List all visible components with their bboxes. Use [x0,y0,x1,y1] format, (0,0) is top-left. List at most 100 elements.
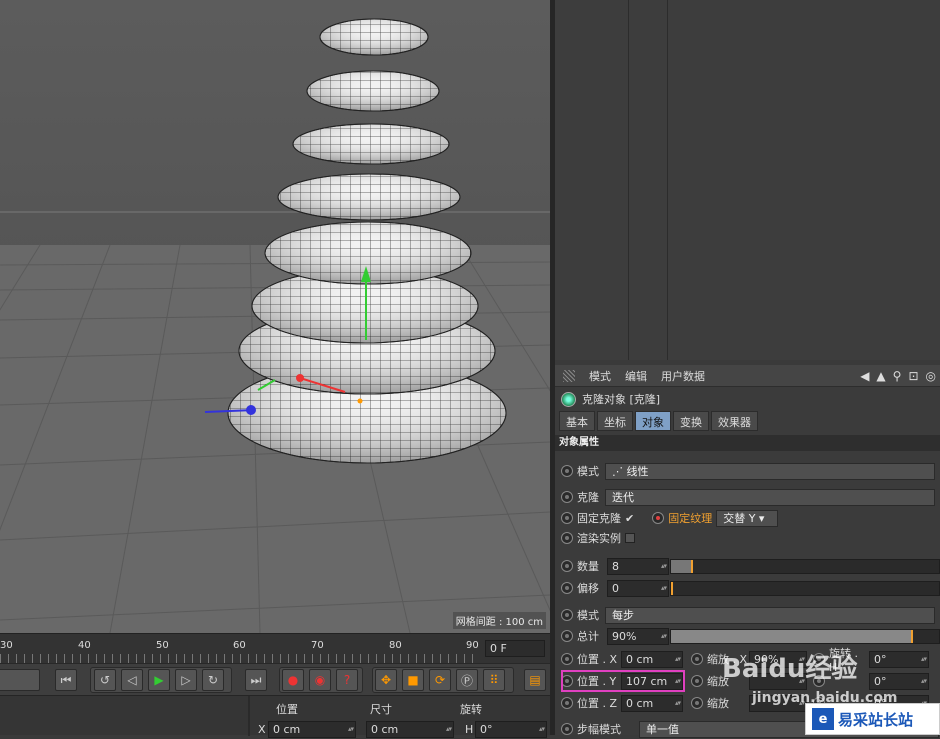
torus-stack [227,18,507,464]
baidu-watermark: Baidu经验 [722,654,858,684]
mode2-dropdown[interactable]: 每步 [605,606,935,624]
play-icon[interactable]: ▶ [148,669,170,691]
auto-key-icon[interactable]: ◉ [309,669,331,691]
total-slider-fill [671,629,913,643]
go-to-start-icon[interactable]: ⏮ [55,669,77,691]
coords-h-rotation-field[interactable]: 0° [475,721,547,738]
animate-radio-icon[interactable] [561,653,573,665]
count-field[interactable]: 8 [607,557,669,575]
total-slider-marker [911,629,914,643]
next-frame-icon[interactable]: ▷ [175,669,197,691]
grid-key-icon[interactable]: ⠿ [483,669,505,691]
count-row: 数量 8 [555,556,940,576]
cloner-icon [561,391,576,407]
animate-radio-icon[interactable] [561,723,573,735]
rot-p-field[interactable]: 0° [869,672,929,690]
prev-frame-icon[interactable]: ◁ [121,669,143,691]
coords-h-label: H [465,723,474,736]
coords-rotation-header: 旋转 [460,703,482,716]
mode2-row: 模式 每步 [555,605,940,625]
fix-row: 固定克隆 ✔ 固定纹理 交替 Y ▾ [555,508,940,528]
animate-radio-icon[interactable] [561,491,573,503]
timeline-tick: 70 [311,640,324,651]
mode-value: 线性 [626,464,649,478]
film-icon[interactable]: ▤ [524,669,546,691]
timeline-tick: 30 [0,640,13,651]
help-icon[interactable]: ? [336,669,358,691]
tab-effectors[interactable]: 效果器 [711,411,758,431]
frame-stepper[interactable] [0,669,40,691]
site-logo: e 易采站长站 [805,703,940,735]
total-row: 总计 90% [555,626,940,646]
attribute-menubar: 模式 编辑 用户数据 ◀ ▲ ⚲ ⊡ ◎ [555,365,940,387]
prev-key-icon[interactable]: ↺ [94,669,116,691]
fix-clone-label: 固定克隆 [577,512,621,525]
animate-radio-icon[interactable] [691,697,703,709]
animate-radio-icon[interactable] [561,560,573,572]
fix-texture-dropdown[interactable]: 交替 Y ▾ [716,509,779,527]
offset-slider-marker [671,581,673,595]
tab-object[interactable]: 对象 [635,411,671,431]
tab-transform[interactable]: 变换 [673,411,709,431]
render-instance-checkbox[interactable] [625,533,635,543]
rotate-key-icon[interactable]: ⟳ [429,669,451,691]
menu-user-data[interactable]: 用户数据 [661,368,705,384]
search-icon[interactable]: ⚲ [893,369,902,383]
count-slider-marker [691,559,694,573]
coordinates-panel: 位置 尺寸 旋转 X 0 cm 0 cm H 0° [0,695,550,738]
coords-size-header: 尺寸 [370,703,392,716]
section-header: 对象属性 [555,435,940,451]
mode-dropdown[interactable]: ⋰ 线性 [605,462,935,480]
clone-dropdown[interactable]: 迭代 [605,488,935,506]
param-key-icon[interactable]: Ⓟ [456,669,478,691]
record-icon[interactable]: ● [282,669,304,691]
current-frame-field[interactable]: 0 F [485,640,545,657]
pos-z-field[interactable]: 0 cm [621,694,683,712]
animate-radio-icon[interactable] [691,653,703,665]
scale-key-icon[interactable]: ■ [402,669,424,691]
total-slider[interactable] [670,628,940,644]
coords-x-size-field[interactable]: 0 cm [366,721,454,738]
coords-x-position-field[interactable]: 0 cm [268,721,356,738]
timeline-ruler[interactable]: 30 40 50 60 70 80 90 0 F [0,633,550,664]
animate-radio-icon[interactable] [561,532,573,544]
tab-coord[interactable]: 坐标 [597,411,633,431]
count-label: 数量 [577,560,599,573]
transport-bar: ⏮ ↺ ◁ ▶ ▷ ↻ ⏭ ● ◉ ? ✥ ■ ⟳ Ⓟ ⠿ ▤ [0,663,550,695]
next-key-icon[interactable]: ↻ [202,669,224,691]
timeline-tick: 60 [233,640,246,651]
count-slider[interactable] [670,558,940,574]
3d-viewport[interactable]: 网格间距 : 100 cm [0,0,550,633]
pos-x-label: 位置 . X [577,653,618,666]
animate-radio-active-icon[interactable] [652,512,665,524]
offset-slider[interactable] [670,580,940,596]
animate-radio-icon[interactable] [561,609,573,621]
grid-spacing-label: 网格间距 : 100 cm [452,612,546,629]
pos-x-field[interactable]: 0 cm [621,650,683,668]
animate-radio-icon[interactable] [691,675,703,687]
timeline-tick: 50 [156,640,169,651]
fix-clone-checkbox[interactable]: ✔ [625,512,634,525]
go-to-end-icon[interactable]: ⏭ [245,669,267,691]
mode2-label: 模式 [577,609,599,622]
animate-radio-icon[interactable] [561,697,573,709]
animate-radio-icon[interactable] [561,512,573,524]
total-field[interactable]: 90% [607,627,669,645]
animate-radio-icon[interactable] [561,582,573,594]
menu-edit[interactable]: 编辑 [625,368,647,384]
offset-field[interactable]: 0 [607,579,669,597]
rot-h-field[interactable]: 0° [869,650,929,668]
lock-icon[interactable]: ⊡ [908,369,918,383]
move-key-icon[interactable]: ✥ [375,669,397,691]
target-icon[interactable]: ◎ [926,369,936,383]
clone-label: 克隆 [577,491,599,504]
up-arrow-icon[interactable]: ▲ [876,369,885,383]
back-arrow-icon[interactable]: ◀ [860,369,869,383]
menu-mode[interactable]: 模式 [589,368,611,384]
object-title-row: 克隆对象 [克隆] [555,387,940,411]
tab-basic[interactable]: 基本 [559,411,595,431]
animate-radio-icon[interactable] [561,465,573,477]
animate-radio-icon[interactable] [561,630,573,642]
coords-position-header: 位置 [276,703,298,716]
render-instance-row: 渲染实例 [555,528,635,548]
